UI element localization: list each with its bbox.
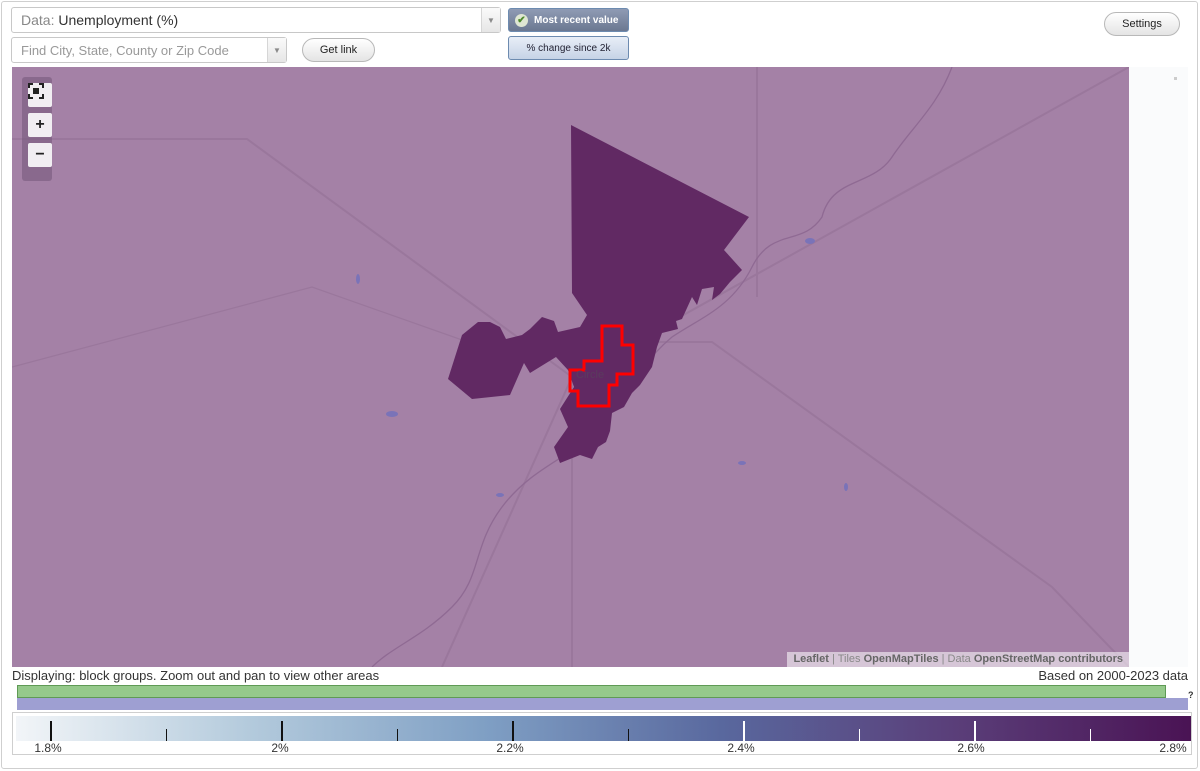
zoom-control: + −: [22, 77, 52, 181]
most-recent-value-toggle[interactable]: ✔ Most recent value: [508, 8, 629, 32]
lake: [844, 483, 848, 491]
openstreetmap-link[interactable]: OpenStreetMap: [974, 653, 1055, 665]
legend-tick: [281, 721, 283, 741]
chevron-down-icon[interactable]: ▼: [481, 8, 500, 32]
separator: |: [941, 653, 945, 665]
lake: [805, 238, 815, 244]
lake: [738, 461, 746, 465]
map-canvas: [12, 67, 1129, 667]
zoom-out-button[interactable]: −: [28, 143, 52, 167]
legend-tick: [50, 721, 52, 741]
map-attribution: Leaflet | Tiles OpenMapTiles | Data Open…: [787, 652, 1129, 667]
legend-label: 2.2%: [496, 741, 524, 755]
legend-tick: [859, 729, 860, 741]
road: [441, 376, 573, 667]
data-select-value: Unemployment (%): [58, 12, 179, 28]
legend-tick: [1090, 729, 1091, 741]
fullscreen-icon[interactable]: [28, 83, 52, 107]
contributors-text: contributors: [1058, 653, 1123, 665]
location-search-input[interactable]: Find City, State, County or Zip Code ▼: [11, 37, 287, 63]
legend-label: 2%: [271, 741, 289, 755]
legend-tick: [512, 721, 514, 741]
map-side-gutter: [1129, 67, 1188, 667]
lake: [496, 493, 504, 497]
legend-tick: [743, 721, 745, 741]
displaying-status: Displaying: block groups. Zoom out and p…: [12, 668, 380, 683]
data-select-prefix: Data:: [21, 12, 55, 28]
lake: [356, 274, 360, 284]
legend-tick: [166, 729, 167, 741]
legend-label: 1.8%: [34, 741, 62, 755]
data-select[interactable]: Data: Unemployment (%) ▼: [11, 7, 501, 33]
lake: [386, 411, 398, 417]
most-recent-label: Most recent value: [534, 14, 619, 26]
help-icon[interactable]: ?: [1188, 690, 1194, 700]
percent-change-toggle[interactable]: % change since 2k: [508, 36, 629, 60]
legend-tick: [628, 729, 629, 741]
get-link-button[interactable]: Get link: [302, 38, 375, 62]
block-group-region[interactable]: [448, 125, 749, 463]
legend-gradient: [16, 716, 1191, 741]
leaflet-link[interactable]: Leaflet: [793, 653, 828, 665]
tiles-prefix: Tiles: [837, 653, 861, 665]
color-legend: 1.8% 2% 2.2% 2.4% 2.6% 2.8%: [12, 712, 1192, 755]
settings-button[interactable]: Settings: [1104, 12, 1180, 36]
legend-label: 2.8%: [1159, 741, 1187, 755]
road: [612, 341, 1129, 667]
data-range-text: Based on 2000-2023 data: [1038, 668, 1188, 683]
chevron-down-icon[interactable]: ▼: [267, 38, 286, 62]
zoom-in-button[interactable]: +: [28, 113, 52, 137]
legend-tick: [974, 721, 976, 741]
separator: |: [831, 653, 835, 665]
legend-tick: [397, 729, 398, 741]
distribution-bar: [17, 698, 1188, 710]
dot-icon: [1174, 77, 1177, 80]
search-placeholder: Find City, State, County or Zip Code: [21, 43, 229, 58]
legend-label: 2.4%: [727, 741, 755, 755]
map-view[interactable]: + − Circle Leaflet | Tiles OpenMapTiles …: [12, 67, 1129, 667]
city-label: Circle: [576, 369, 605, 381]
openmaptiles-link[interactable]: OpenMapTiles: [864, 653, 939, 665]
check-icon: ✔: [515, 13, 528, 27]
data-prefix: Data: [947, 653, 971, 665]
timeline-bar[interactable]: [17, 685, 1166, 698]
legend-label: 2.6%: [957, 741, 985, 755]
road: [12, 286, 483, 368]
